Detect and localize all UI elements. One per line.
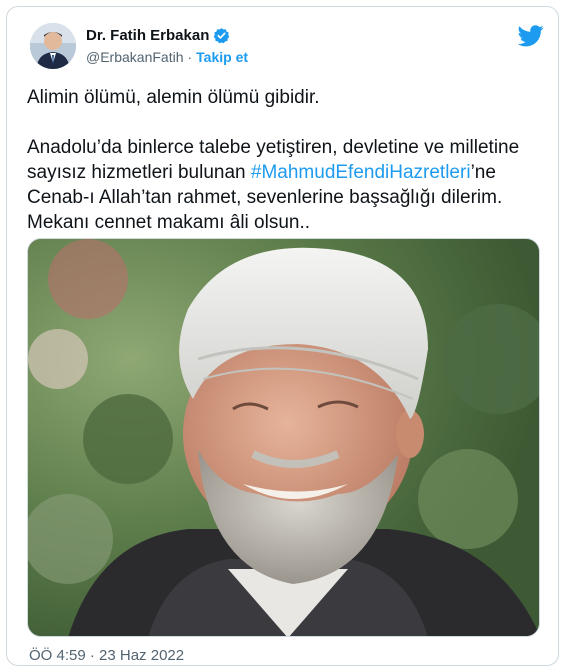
twitter-bird-icon[interactable]	[517, 25, 544, 47]
separator-dot: ·	[187, 49, 193, 65]
tweet-timestamp[interactable]: ÖÖ 4:59 · 23 Haz 2022	[29, 647, 184, 664]
tweet-card: Dr. Fatih Erbakan @ErbakanFatih · Takip …	[6, 6, 559, 666]
tweet-photo[interactable]	[27, 238, 540, 637]
follow-link[interactable]: Takip et	[196, 49, 248, 65]
author-handle[interactable]: @ErbakanFatih	[86, 49, 183, 65]
hashtag-link[interactable]: #MahmudEfendiHazretleri	[251, 162, 471, 183]
author-name-row: Dr. Fatih Erbakan	[86, 27, 230, 44]
tweet-paragraph-2: Anadolu’da binlerce talebe yetiştiren, d…	[27, 135, 547, 235]
tweet-header: Dr. Fatih Erbakan @ErbakanFatih · Takip …	[20, 17, 544, 79]
tweet-text: Alimin ölümü, alemin ölümü gibidir. Anad…	[27, 85, 547, 235]
author-handle-row: @ErbakanFatih · Takip et	[86, 49, 248, 65]
author-avatar[interactable]	[30, 23, 76, 69]
author-display-name[interactable]: Dr. Fatih Erbakan	[86, 27, 209, 44]
tweet-line-1: Alimin ölümü, alemin ölümü gibidir.	[27, 87, 320, 108]
verified-badge-icon	[213, 27, 230, 44]
